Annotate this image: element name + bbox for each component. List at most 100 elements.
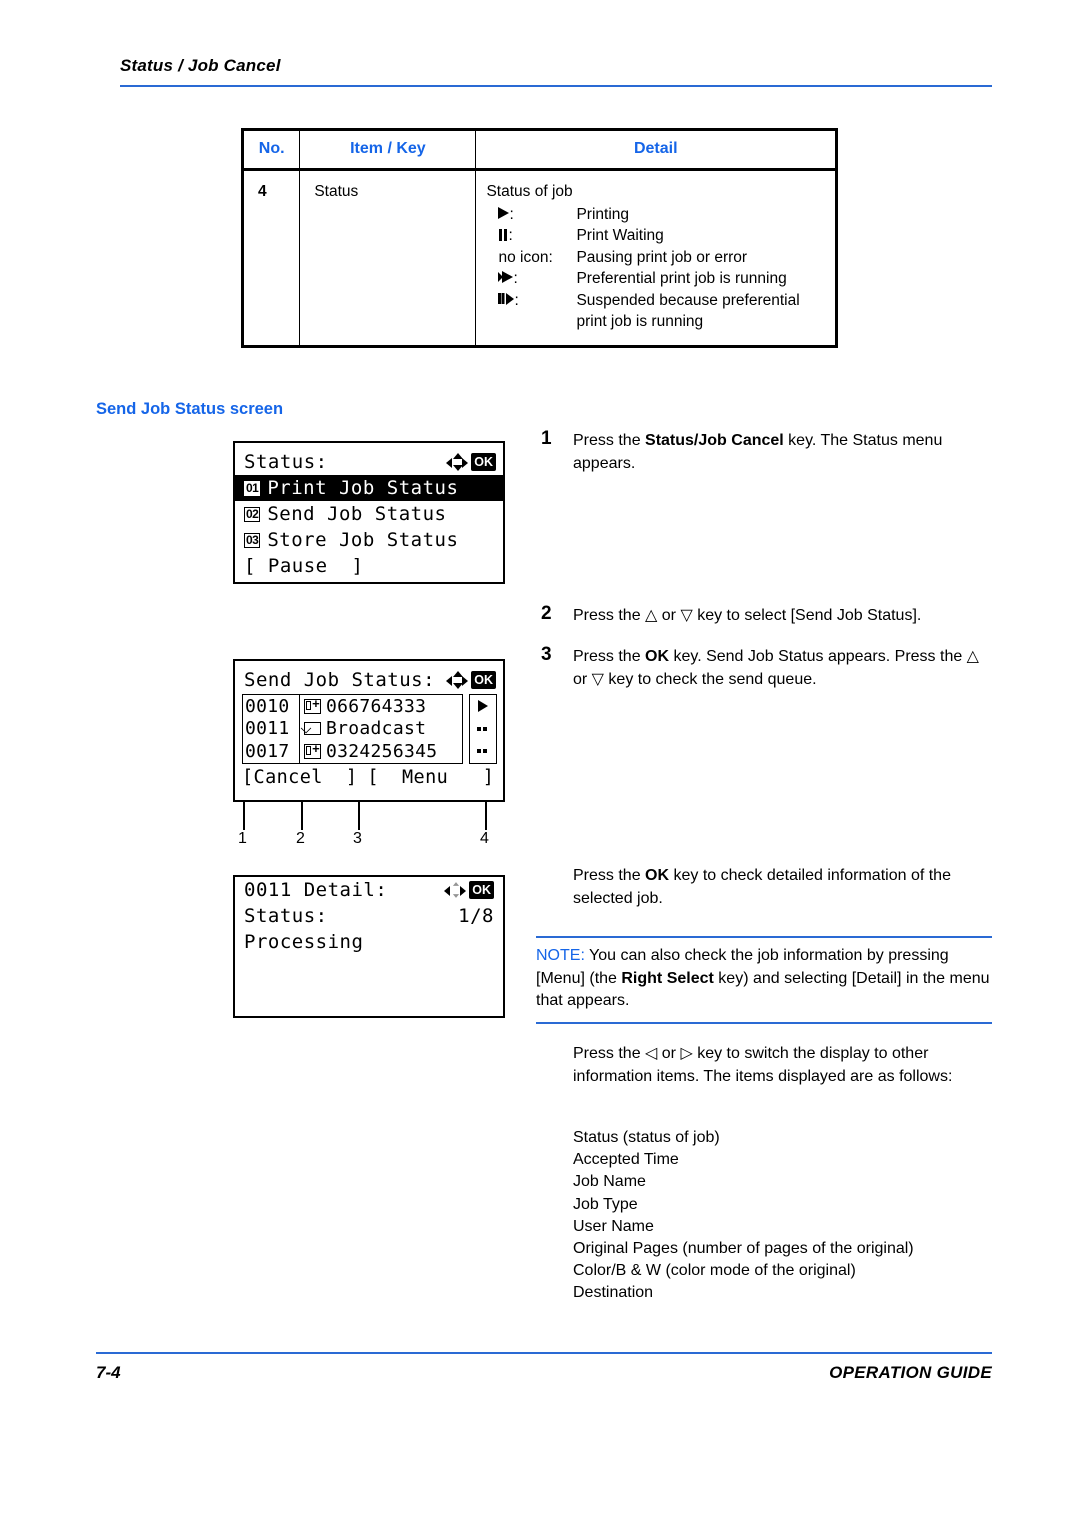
cell-item: Status [299,169,477,347]
info-item: Job Type [573,1195,638,1213]
preferential-triangle-icon [498,271,514,284]
ok-badge: OK [471,453,496,471]
column-header-no: No. [241,129,301,171]
lcd-status-menu: Status: OK 01 Print Job Status 02 Send Job… [233,441,505,584]
info-item: Status (status of job) [573,1129,720,1146]
job-type-icon-cell [300,740,325,763]
printing-triangle-icon [498,206,510,220]
status-legend-value: Pausing print job or error [576,248,748,266]
detail-field-value: Processing [244,931,364,953]
paragraph-press-ok: Press the OK key to check detailed infor… [573,865,993,910]
step-number: 3 [541,644,552,665]
ok-badge: OK [471,671,496,689]
callout-number-4: 4 [480,830,489,847]
job-destination-column: 066764333 Broadcast 0324256345 [325,694,463,764]
page-footer: 7-4 OPERATION GUIDE [96,1352,992,1383]
status-legend-item: no icon: Pausing print job or error [486,247,827,269]
lcd-menu-item-store-job-status[interactable]: 03 Store Job Status [235,527,503,553]
step-text: Press the Status/Job Cancel key. The Sta… [573,430,993,475]
job-list: 0010 0011 0017 066764333 Broadcast 03242… [235,694,503,764]
step-number: 2 [541,603,552,624]
column-header-detail: Detail [475,129,837,171]
callout-number-2: 2 [296,830,305,847]
item-label: Print Job Status [267,477,459,499]
dots-icon [477,749,489,754]
table-row: 4 Status Status of job : Printing : Prin… [241,169,837,347]
fax-icon [304,696,321,714]
breadcrumb: Status / Job Cancel [120,56,281,75]
job-destination[interactable]: Broadcast [325,718,462,741]
lcd-job-detail: 0011 Detail: OK Status: 1/8 Processing [233,875,505,1018]
header-rule [120,85,992,87]
step-2: 2 Press the △ or ▽ key to select [Send J… [541,603,993,628]
info-item: Destination [573,1284,654,1302]
page-indicator: 1/8 [458,905,494,927]
item-label: Store Job Status [267,529,459,551]
lcd-menu-item-send-job-status[interactable]: 02 Send Job Status [235,501,503,527]
job-status-cell [470,740,496,763]
status-legend-key: : [486,268,576,290]
step-number: 1 [541,428,552,449]
lcd-title: Send Job Status: [244,669,436,691]
status-legend-item: : Print Waiting [486,225,827,247]
nav-cluster: OK [446,453,496,471]
footer-rule [96,1352,992,1354]
item-number: 02 [244,506,261,522]
step-text-part: Press the [573,648,646,665]
item-number: 01 [244,480,261,496]
step-3: 3 Press the OK key. Send Job Status appe… [541,644,993,691]
status-legend-key: no icon: [498,248,553,266]
job-id: 0017 [245,740,290,762]
callout-number-1: 1 [238,830,247,847]
softkey-menu[interactable]: [ Menu ] [367,767,494,788]
detail-lead: Status of job [486,183,573,200]
status-legend-value: Print Waiting [576,227,664,244]
section-heading: Send Job Status screen [96,400,284,418]
detail-field-label: Status: [244,905,328,927]
lcd-menu-item-print-job-status[interactable]: 01 Print Job Status [235,475,503,501]
nav-cluster: OK [444,881,494,899]
info-items-list: Status (status of job) Accepted Time Job… [573,1127,993,1305]
paragraph-text-part-bold: OK [645,867,670,884]
step-text-part-bold: Status/Job Cancel [645,432,784,449]
status-legend-item: : Printing [486,204,827,226]
table-header-row: No. Item / Key Detail [241,129,837,171]
note-text-part-bold: Right Select [621,969,714,987]
cell-detail: Status of job : Printing : Print Waiting… [475,169,837,347]
nav-cluster: OK [446,671,496,689]
status-legend-key: : [486,225,576,247]
job-id: 0011 [245,718,290,740]
step-text-part-bold: OK [645,648,670,665]
softkey-cancel[interactable]: [Cancel ] [242,767,357,788]
item-label: Send Job Status [267,503,447,525]
job-status-cell [470,695,496,718]
dots-icon [477,726,489,731]
lcd-title: Status: [244,451,328,473]
job-id-column: 0010 0011 0017 [242,694,300,764]
cell-no: 4 [241,169,301,347]
status-legend-value: Preferential print job is running [576,270,787,287]
lcd-title-row: Status: OK [235,443,503,475]
status-legend-key: : [486,204,576,226]
detail-field-row: Status: 1/8 [235,903,503,929]
dpad-icon [446,453,469,471]
softkey-pause[interactable]: [ Pause ] [235,553,503,579]
guide-label: OPERATION GUIDE [829,1363,992,1382]
job-destination[interactable]: 066764333 [325,695,462,718]
footer-row: 7-4 OPERATION GUIDE [96,1363,992,1383]
step-text-part: Press the △ or ▽ key to select [Send Job… [573,607,922,624]
lcd-send-job-status: Send Job Status: OK 0010 0011 0017 06676… [233,659,505,802]
info-item: Accepted Time [573,1151,679,1169]
mail-icon [304,722,321,736]
job-status-column [469,694,497,764]
job-type-icon-column [300,694,325,764]
step-text: Press the OK key. Send Job Status appear… [573,646,993,691]
status-legend-key: : [486,290,576,312]
step-text: Press the △ or ▽ key to select [Send Job… [573,605,993,628]
fax-icon [304,741,321,759]
note-box: NOTE: You can also check the job informa… [536,936,992,1024]
info-item: Original Pages (number of pages of the o… [573,1240,914,1258]
ok-badge: OK [469,881,494,899]
spec-table: No. Item / Key Detail 4 Status Status of… [241,128,838,348]
job-destination[interactable]: 0324256345 [325,740,462,763]
